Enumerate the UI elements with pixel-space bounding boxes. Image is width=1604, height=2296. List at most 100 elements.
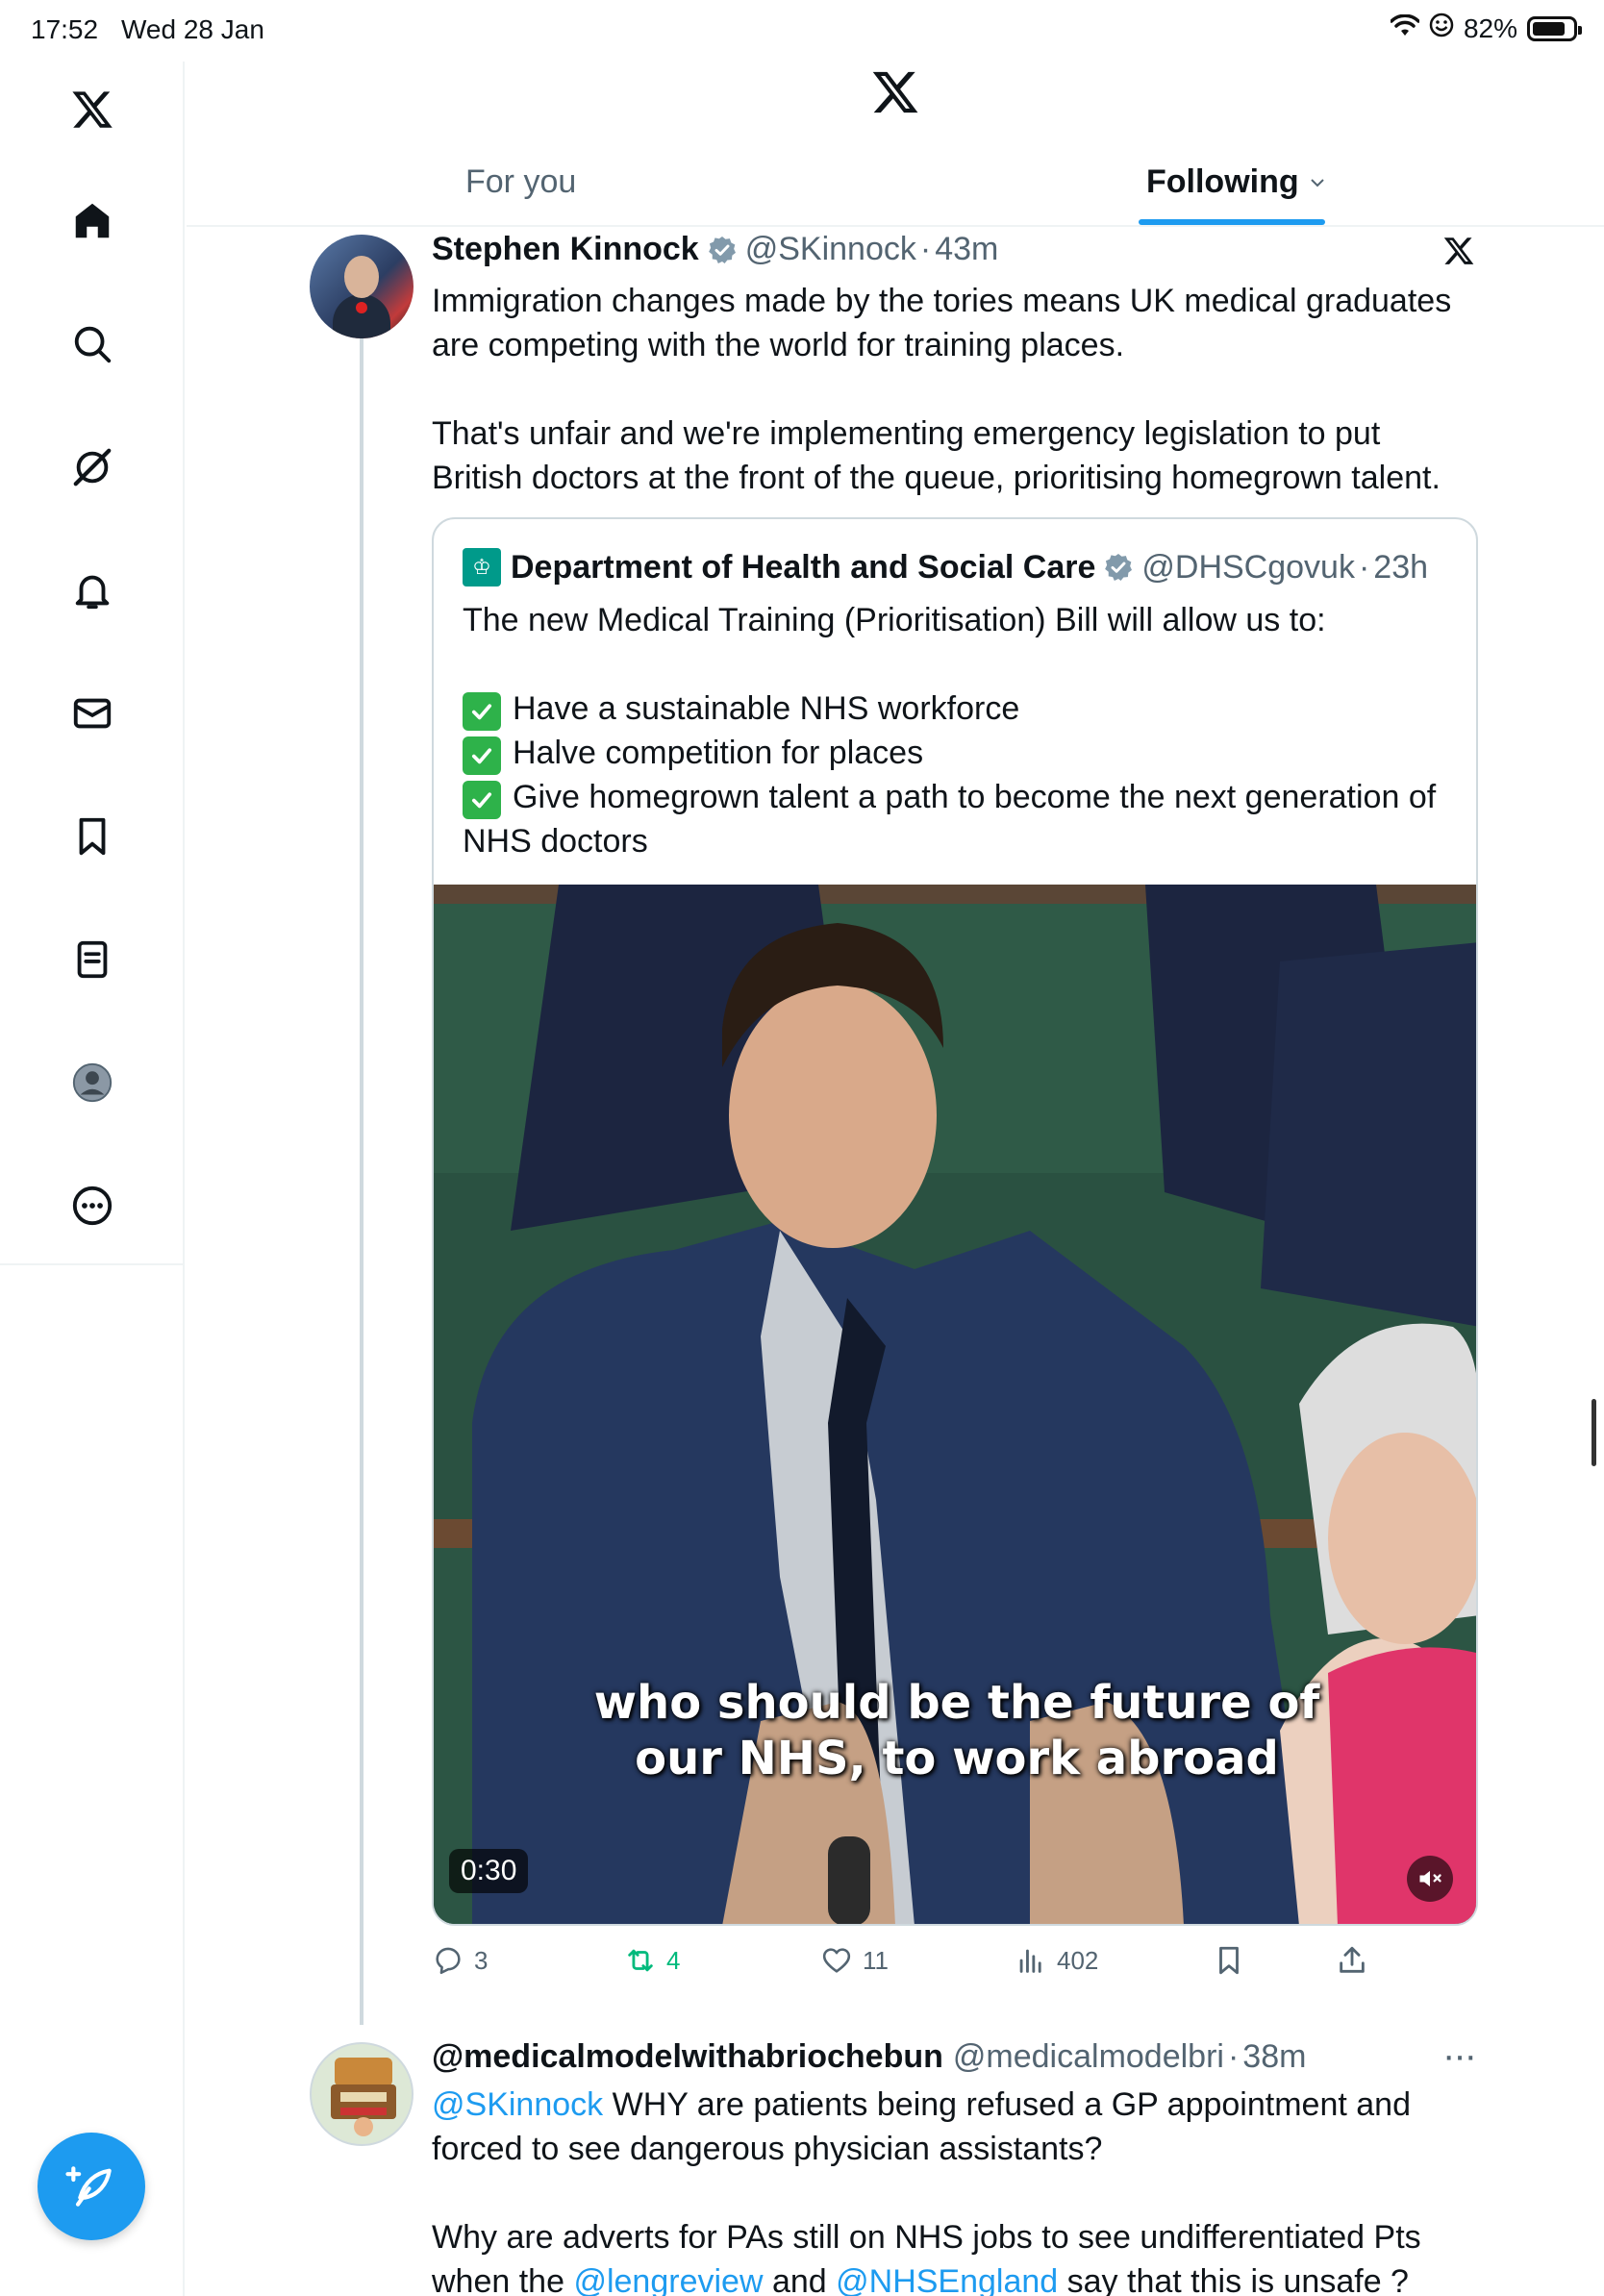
- home-icon[interactable]: [65, 194, 119, 248]
- bullet-item: Have a sustainable NHS workforce: [463, 686, 1453, 731]
- check-mark-icon: [463, 692, 501, 731]
- avatar-emblem: [331, 2058, 396, 2136]
- quote-author-handle[interactable]: @DHSCgovuk: [1141, 549, 1355, 586]
- share-icon: [1340, 1946, 1365, 1973]
- author-handle[interactable]: @SKinnock: [745, 231, 916, 268]
- rose-pin-shape: [356, 302, 367, 313]
- repost-count: 4: [666, 1945, 681, 1975]
- avatar[interactable]: [310, 2042, 414, 2146]
- reply-paragraph: @SKinnock WHY are patients being refused…: [432, 2083, 1480, 2171]
- crown-logo-icon: ♔: [463, 548, 501, 586]
- heart-icon: [822, 1948, 851, 1973]
- avatar[interactable]: [310, 235, 414, 338]
- sidebar-divider: [0, 1263, 185, 1265]
- avatar-suit-shape: [333, 294, 390, 338]
- reply-text-part: say that this is unsafe ?: [1058, 2263, 1409, 2296]
- battery-percent: 82%: [1463, 12, 1517, 43]
- views-button[interactable]: 402: [1015, 1944, 1098, 1977]
- focus-mode-icon: [1429, 12, 1454, 44]
- timeline-header: For you Following: [187, 62, 1604, 227]
- video-player[interactable]: who should be the future of our NHS, to …: [434, 885, 1476, 1924]
- tweet-time[interactable]: 43m: [935, 231, 998, 268]
- grok-icon[interactable]: [65, 440, 119, 494]
- reply-count: 3: [474, 1945, 489, 1975]
- reply-time[interactable]: 38m: [1242, 2038, 1306, 2076]
- tweet-header: Stephen Kinnock @SKinnock · 43m: [432, 231, 998, 268]
- bell-icon[interactable]: [65, 563, 119, 617]
- tweet-action-bar: 3 4 11 402: [432, 1944, 1480, 1992]
- scrollbar[interactable]: [1591, 1399, 1596, 1466]
- speaker-muted-icon: [1419, 1870, 1441, 1887]
- tab-active-indicator: [1139, 219, 1325, 225]
- video-caption: who should be the future of our NHS, to …: [434, 1675, 1476, 1786]
- separator-dot: ·: [1358, 548, 1370, 586]
- status-date: Wed 28 Jan: [121, 14, 264, 44]
- quote-header: ♔ Department of Health and Social Care @…: [463, 548, 1428, 586]
- avatar-face-shape: [344, 256, 379, 298]
- status-time: 17:52: [31, 14, 99, 44]
- mention-link[interactable]: @NHSEngland: [836, 2263, 1058, 2296]
- bullet-item: Give homegrown talent a path to become t…: [463, 775, 1453, 863]
- profile-avatar-icon[interactable]: [65, 1056, 119, 1110]
- bookmark-button[interactable]: [1213, 1944, 1245, 1977]
- separator-dot: ·: [1227, 2038, 1240, 2075]
- wifi-icon: [1390, 13, 1420, 44]
- quote-intro: The new Medical Training (Prioritisation…: [463, 602, 1326, 638]
- repost-icon: [628, 1949, 653, 1972]
- verified-badge-icon: [707, 235, 738, 265]
- search-icon[interactable]: [65, 317, 119, 371]
- reply-icon: [436, 1947, 461, 1975]
- reply-author-name[interactable]: @medicalmodelwithabriochebun: [432, 2038, 943, 2076]
- x-logo-icon: [872, 71, 918, 113]
- status-right: 82%: [1390, 12, 1582, 44]
- thread-connector-line: [360, 335, 363, 2025]
- mention-link[interactable]: @lengreview: [573, 2263, 763, 2296]
- chevron-down-icon: [1310, 179, 1324, 187]
- feather-plus-icon: [65, 2166, 112, 2207]
- like-button[interactable]: 11: [820, 1944, 889, 1977]
- more-circle-icon[interactable]: [65, 1179, 119, 1233]
- share-button[interactable]: [1336, 1944, 1368, 1977]
- quote-time[interactable]: 23h: [1373, 549, 1428, 586]
- tab-following[interactable]: Following: [1146, 163, 1326, 221]
- quoted-post[interactable]: ♔ Department of Health and Social Care @…: [432, 517, 1478, 1926]
- battery-icon: [1527, 15, 1582, 41]
- like-count: 11: [863, 1945, 889, 1975]
- reply-text-part: and: [763, 2263, 837, 2296]
- reply-header: @medicalmodelwithabriochebun @medicalmod…: [432, 2038, 1306, 2076]
- status-bar: 17:52 Wed 28 Jan 82%: [0, 0, 1604, 62]
- envelope-icon[interactable]: [65, 686, 119, 740]
- bullet-text: Halve competition for places: [513, 735, 924, 771]
- reply-button[interactable]: 3: [432, 1944, 488, 1977]
- repost-button[interactable]: 4: [624, 1944, 680, 1977]
- x-app: 17:52 Wed 28 Jan 82% For you Following S…: [0, 0, 1604, 2296]
- video-duration: 0:30: [449, 1849, 529, 1893]
- bookmark-icon: [1219, 1946, 1239, 1975]
- quote-text: The new Medical Training (Prioritisation…: [463, 598, 1453, 863]
- caption-line: our NHS, to work abroad: [635, 1732, 1279, 1785]
- x-logo-icon: [1443, 237, 1474, 264]
- tab-for-you[interactable]: For you: [465, 163, 576, 221]
- more-options-icon[interactable]: ···: [1442, 2034, 1477, 2078]
- check-mark-icon: [463, 736, 501, 775]
- caption-line: who should be the future of: [593, 1676, 1320, 1730]
- author-name[interactable]: Stephen Kinnock: [432, 231, 699, 268]
- view-count: 402: [1057, 1945, 1099, 1975]
- list-icon[interactable]: [65, 933, 119, 986]
- bullet-item: Halve competition for places: [463, 731, 1453, 775]
- check-mark-icon: [463, 781, 501, 819]
- bookmark-icon[interactable]: [65, 810, 119, 863]
- bullet-text: Have a sustainable NHS workforce: [513, 690, 1020, 727]
- views-chart-icon: [1019, 1949, 1041, 1973]
- verified-badge-icon: [1103, 552, 1134, 583]
- battery-level: [1533, 21, 1565, 36]
- mention-link[interactable]: @SKinnock: [432, 2086, 603, 2123]
- compose-post-button[interactable]: [38, 2133, 145, 2240]
- quote-author-name[interactable]: Department of Health and Social Care: [511, 549, 1095, 586]
- reply-author-handle[interactable]: @medicalmodelbri: [953, 2038, 1224, 2076]
- reply-paragraph: Why are adverts for PAs still on NHS job…: [432, 2215, 1480, 2296]
- x-logo-icon[interactable]: [65, 83, 119, 137]
- bullet-text: Give homegrown talent a path to become t…: [463, 779, 1437, 860]
- mute-toggle-button[interactable]: [1407, 1856, 1453, 1902]
- tweet-paragraph: Immigration changes made by the tories m…: [432, 283, 1452, 363]
